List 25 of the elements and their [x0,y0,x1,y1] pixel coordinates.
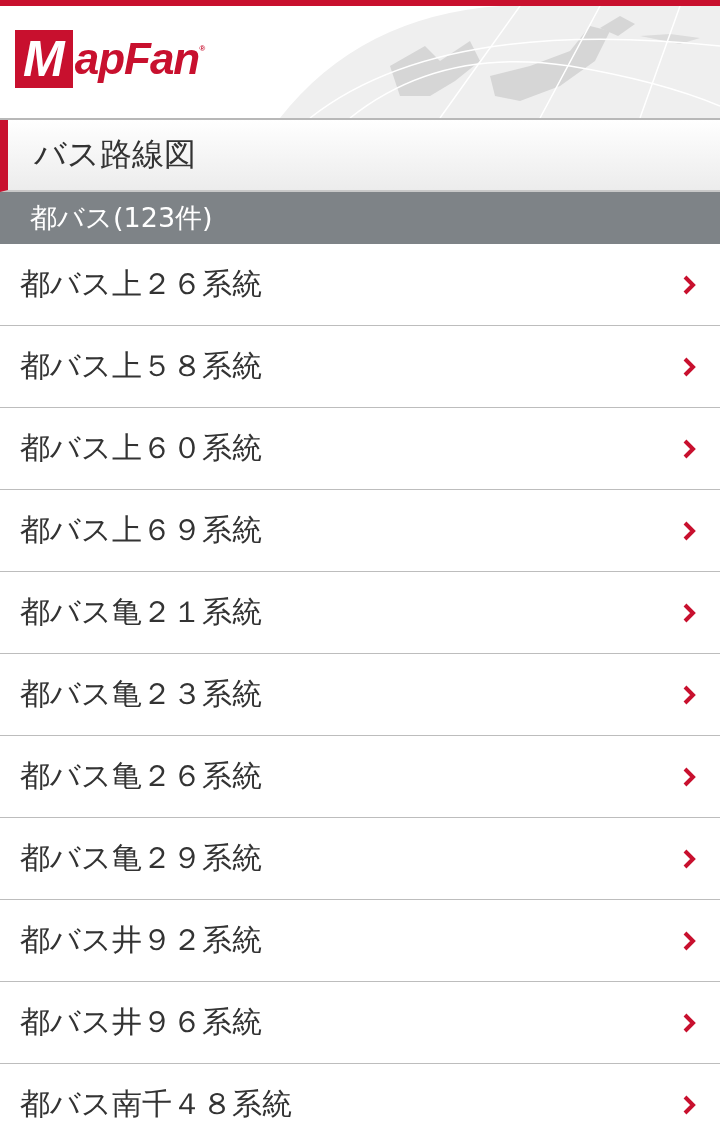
chevron-icon [682,1094,696,1115]
list-item[interactable]: 都バス南千４８系統 [0,1064,720,1126]
logo: M apFan$^{®}$ [15,30,206,88]
list-item[interactable]: 都バス亀２９系統 [0,818,720,900]
section-label: 都バス(123件) [30,201,213,235]
chevron-icon [682,684,696,705]
list-item[interactable]: 都バス井９６系統 [0,982,720,1064]
chevron-icon [682,766,696,787]
chevron-icon [682,930,696,951]
list-item[interactable]: 都バス上６９系統 [0,490,720,572]
list-item[interactable]: 都バス上５８系統 [0,326,720,408]
list-item[interactable]: 都バス亀２６系統 [0,736,720,818]
chevron-icon [682,438,696,459]
chevron-icon [682,602,696,623]
list-item[interactable]: 都バス上６０系統 [0,408,720,490]
chevron-icon [682,1012,696,1033]
list-item[interactable]: 都バス亀２１系統 [0,572,720,654]
chevron-icon [682,356,696,377]
chevron-icon [682,520,696,541]
chevron-icon [682,848,696,869]
chevron-icon [682,274,696,295]
list-item[interactable]: 都バス井９２系統 [0,900,720,982]
page-title: バス路線図 [34,134,196,175]
list-item[interactable]: 都バス上２６系統 [0,244,720,326]
list-item[interactable]: 都バス亀２３系統 [0,654,720,736]
